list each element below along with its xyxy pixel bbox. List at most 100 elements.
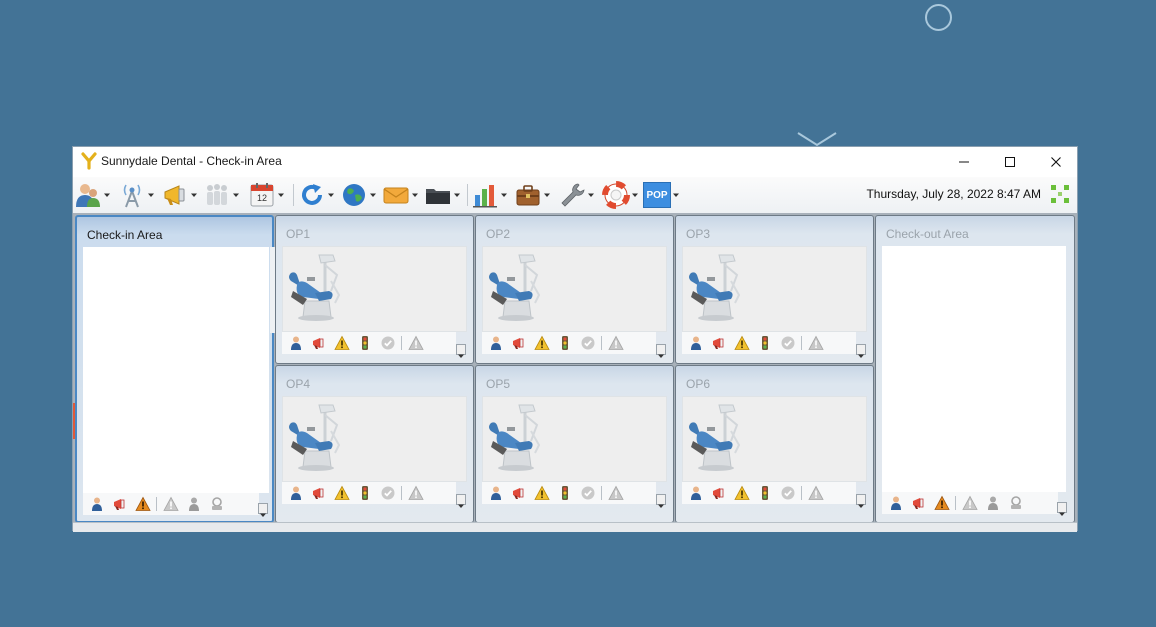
operatory-menu-dropdown[interactable] [656,494,666,505]
operatory-panel-op2[interactable]: OP2 [475,215,674,364]
web-button[interactable] [340,180,377,210]
checkmark-disabled-icon [580,485,596,501]
dental-chair-icon [285,401,347,473]
mail-icon [383,187,409,204]
chevron-down-icon [672,191,680,199]
business-button[interactable] [514,180,551,210]
documents-button[interactable] [424,180,461,210]
operatory-menu-dropdown[interactable] [856,344,866,355]
checkin-menu-dropdown[interactable] [258,503,268,514]
checkmark-disabled-icon [780,485,796,501]
operatory-panel-op6[interactable]: OP6 [675,365,874,523]
staff-button[interactable] [203,180,240,210]
announcement-button[interactable] [161,180,198,210]
icon-separator [801,336,802,350]
title-bar[interactable]: Sunnydale Dental - Check-in Area [73,147,1077,177]
checkout-area-panel[interactable]: Check-out Area [875,215,1075,523]
chevron-down-icon [453,191,461,199]
broadcast-icon [123,184,141,208]
alert-icon [934,495,950,511]
background-circle-icon [925,4,952,31]
refresh-icon [302,184,322,205]
help-button[interactable] [602,180,639,210]
operatory-title: OP5 [486,377,511,391]
maximize-button[interactable] [987,147,1033,177]
operatory-panel-op4[interactable]: OP4 [275,365,474,523]
pop-button[interactable]: POP [643,180,680,210]
megaphone-icon [711,485,727,501]
calendar-button[interactable]: 12 [248,180,285,210]
operatory-chair-area[interactable] [282,246,467,332]
checkout-menu-dropdown[interactable] [1057,502,1067,513]
chevron-down-icon [327,191,335,199]
operatory-status-icons [282,332,456,354]
operatory-menu-dropdown[interactable] [456,494,466,505]
reports-button[interactable] [471,180,508,210]
traffic-light-icon [357,485,373,501]
patient-icon [89,496,105,512]
toolbar-separator [293,184,294,206]
operatory-panel-op3[interactable]: OP3 [675,215,874,364]
chevron-down-icon [190,191,198,199]
patient-icon [288,335,304,351]
operatory-panel-op5[interactable]: OP5 [475,365,674,523]
lifebuoy-icon [602,181,630,209]
checkin-status-icons [83,493,259,515]
traffic-light-icon [357,335,373,351]
checkout-patient-list[interactable] [882,246,1066,492]
operatory-chair-area[interactable] [482,396,667,482]
chevron-down-icon [543,191,551,199]
alert-icon [534,335,550,351]
icon-separator [601,486,602,500]
patient-icon [288,485,304,501]
alert-icon [334,485,350,501]
chevron-down-icon [369,191,377,199]
operatory-chair-area[interactable] [282,396,467,482]
app-window: Sunnydale Dental - Check-in Area 12 POP … [72,146,1078,532]
pop-icon: POP [643,182,671,208]
maximize-icon [1005,157,1015,167]
traffic-light-icon [557,485,573,501]
chevron-down-icon [857,352,865,360]
patients-button[interactable] [74,180,111,210]
refresh-button[interactable] [298,180,335,210]
app-logo-icon [81,152,97,170]
megaphone-icon [911,495,927,511]
close-button[interactable] [1033,147,1079,177]
main-toolbar: 12 POP Thursday, July 28, 2022 8:47 AM [73,177,1077,214]
operatory-chair-area[interactable] [482,246,667,332]
operatory-menu-dropdown[interactable] [656,344,666,355]
operatory-menu-dropdown[interactable] [456,344,466,355]
operatory-menu-dropdown[interactable] [856,494,866,505]
icon-separator [401,486,402,500]
megaphone-icon [511,335,527,351]
checkmark-disabled-icon [580,335,596,351]
layout-grid-icon[interactable] [1050,184,1070,204]
wrench-icon [561,183,585,207]
operatory-title: OP6 [686,377,711,391]
operatory-chair-area[interactable] [682,396,867,482]
megaphone-icon [311,485,327,501]
chevron-down-icon [147,191,155,199]
chevron-down-icon [631,191,639,199]
checkin-patient-list[interactable] [83,247,269,493]
operatory-chair-area[interactable] [682,246,867,332]
operatory-panel-op1[interactable]: OP1 [275,215,474,364]
checkin-area-title: Check-in Area [87,228,163,242]
alert-icon [734,335,750,351]
briefcase-icon [516,185,540,206]
alert-disabled-icon [163,496,179,512]
operatory-status-icons [482,482,656,504]
chevron-down-icon [500,191,508,199]
dental-chair-icon [685,251,747,323]
alert-icon [334,335,350,351]
mail-button[interactable] [382,180,419,210]
checkmark-disabled-icon [380,485,396,501]
megaphone-icon [164,185,185,205]
checkin-area-panel[interactable]: Check-in Area [75,215,276,523]
broadcast-button[interactable] [118,180,155,210]
minimize-button[interactable] [941,147,987,177]
tools-button[interactable] [558,180,595,210]
operatory-status-icons [282,482,456,504]
chevron-down-icon [657,502,665,510]
